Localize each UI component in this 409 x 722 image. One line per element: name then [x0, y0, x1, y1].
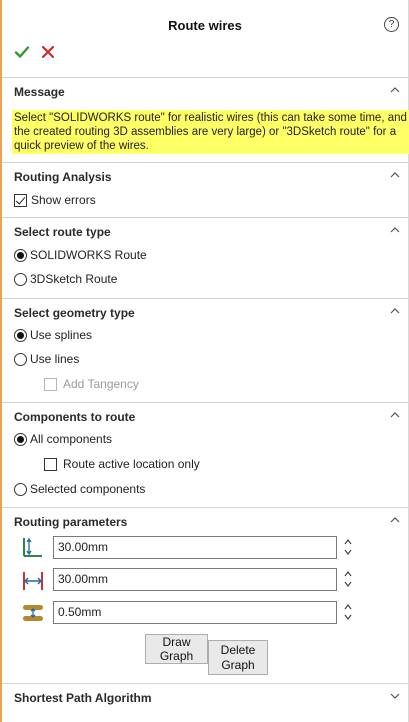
show-errors-checkbox[interactable] [14, 193, 27, 207]
section-routing-parameters[interactable]: Routing parameters [2, 507, 408, 529]
section-route-type[interactable]: Select route type [2, 217, 408, 239]
radio-3dsketch-route[interactable]: 3DSketch Route [14, 270, 117, 288]
radio-button[interactable] [14, 432, 27, 446]
chevron-up-icon[interactable] [390, 171, 400, 179]
section-shortest-path[interactable]: Shortest Path Algorithm [2, 683, 408, 705]
add-tangency-checkbox [44, 377, 57, 391]
section-title: Routing Analysis [14, 170, 112, 184]
section-title: Select geometry type [14, 306, 135, 320]
show-errors-row[interactable]: Show errors [14, 191, 96, 209]
section-title: Shortest Path Algorithm [14, 691, 152, 705]
message-text: Select "SOLIDWORKS route" for realistic … [12, 110, 409, 154]
route-active-only-checkbox[interactable] [44, 457, 57, 471]
radio-label: Use lines [30, 352, 80, 366]
horizontal-distance-input[interactable]: 30.00mm [53, 568, 337, 591]
delete-graph-button[interactable]: Delete Graph [208, 640, 268, 675]
radio-selected-components[interactable]: Selected components [14, 480, 145, 498]
section-components[interactable]: Components to route [2, 402, 408, 424]
radio-label: 3DSketch Route [30, 272, 118, 286]
route-active-only-row[interactable]: Route active location only [44, 455, 200, 473]
x-icon[interactable] [40, 44, 56, 60]
radio-use-splines[interactable]: Use splines [14, 326, 92, 344]
chevron-up-icon[interactable] [390, 307, 400, 315]
draw-graph-button[interactable]: Draw Graph [145, 634, 208, 664]
chevron-up-icon[interactable] [390, 516, 400, 524]
radio-button[interactable] [14, 482, 27, 496]
radio-button[interactable] [14, 328, 27, 342]
section-title: Message [14, 85, 65, 99]
section-message[interactable]: Message [2, 77, 408, 99]
radio-label: Use splines [30, 328, 93, 342]
section-geometry-type[interactable]: Select geometry type [2, 298, 408, 320]
section-title: Components to route [14, 410, 136, 424]
route-wires-panel: Route wires ? Message Select "SOLIDWORKS… [0, 0, 409, 722]
radio-all-components[interactable]: All components [14, 430, 112, 448]
radio-solidworks-route[interactable]: SOLIDWORKS Route [14, 246, 147, 264]
wire-diameter-input[interactable]: 0.50mm [53, 601, 337, 624]
radio-use-lines[interactable]: Use lines [14, 350, 79, 368]
radio-button[interactable] [14, 248, 27, 262]
panel-title: Route wires [168, 18, 242, 33]
chevron-down-icon[interactable] [390, 692, 400, 700]
add-tangency-row: Add Tangency [44, 375, 139, 393]
radio-label: Selected components [30, 482, 146, 496]
chevron-up-icon[interactable] [390, 411, 400, 419]
delete-graph-label-line2: Graph [221, 657, 255, 672]
section-title: Select route type [14, 225, 111, 239]
show-errors-label: Show errors [31, 193, 96, 207]
radio-label: All components [30, 432, 113, 446]
spinner-arrows-icon[interactable] [342, 567, 354, 591]
section-routing-analysis[interactable]: Routing Analysis [2, 162, 408, 184]
check-icon[interactable] [14, 44, 30, 60]
section-title: Routing parameters [14, 515, 128, 529]
radio-button[interactable] [14, 272, 27, 286]
add-tangency-label: Add Tangency [63, 377, 139, 391]
chevron-up-icon[interactable] [390, 86, 400, 94]
radio-label: SOLIDWORKS Route [30, 248, 147, 262]
wire-diameter-icon [23, 605, 43, 621]
panel-header: Route wires ? [2, 0, 408, 40]
spinner-arrows-icon[interactable] [342, 535, 354, 559]
chevron-up-icon[interactable] [390, 226, 400, 234]
help-icon[interactable]: ? [384, 17, 399, 32]
horizontal-distance-icon [23, 572, 43, 590]
route-active-only-label: Route active location only [63, 457, 200, 471]
delete-graph-label-line1: Delete [220, 642, 256, 657]
vertical-distance-input[interactable]: 30.00mm [53, 536, 337, 559]
radio-button[interactable] [14, 352, 27, 366]
spinner-arrows-icon[interactable] [342, 600, 354, 624]
vertical-distance-icon [23, 537, 42, 557]
